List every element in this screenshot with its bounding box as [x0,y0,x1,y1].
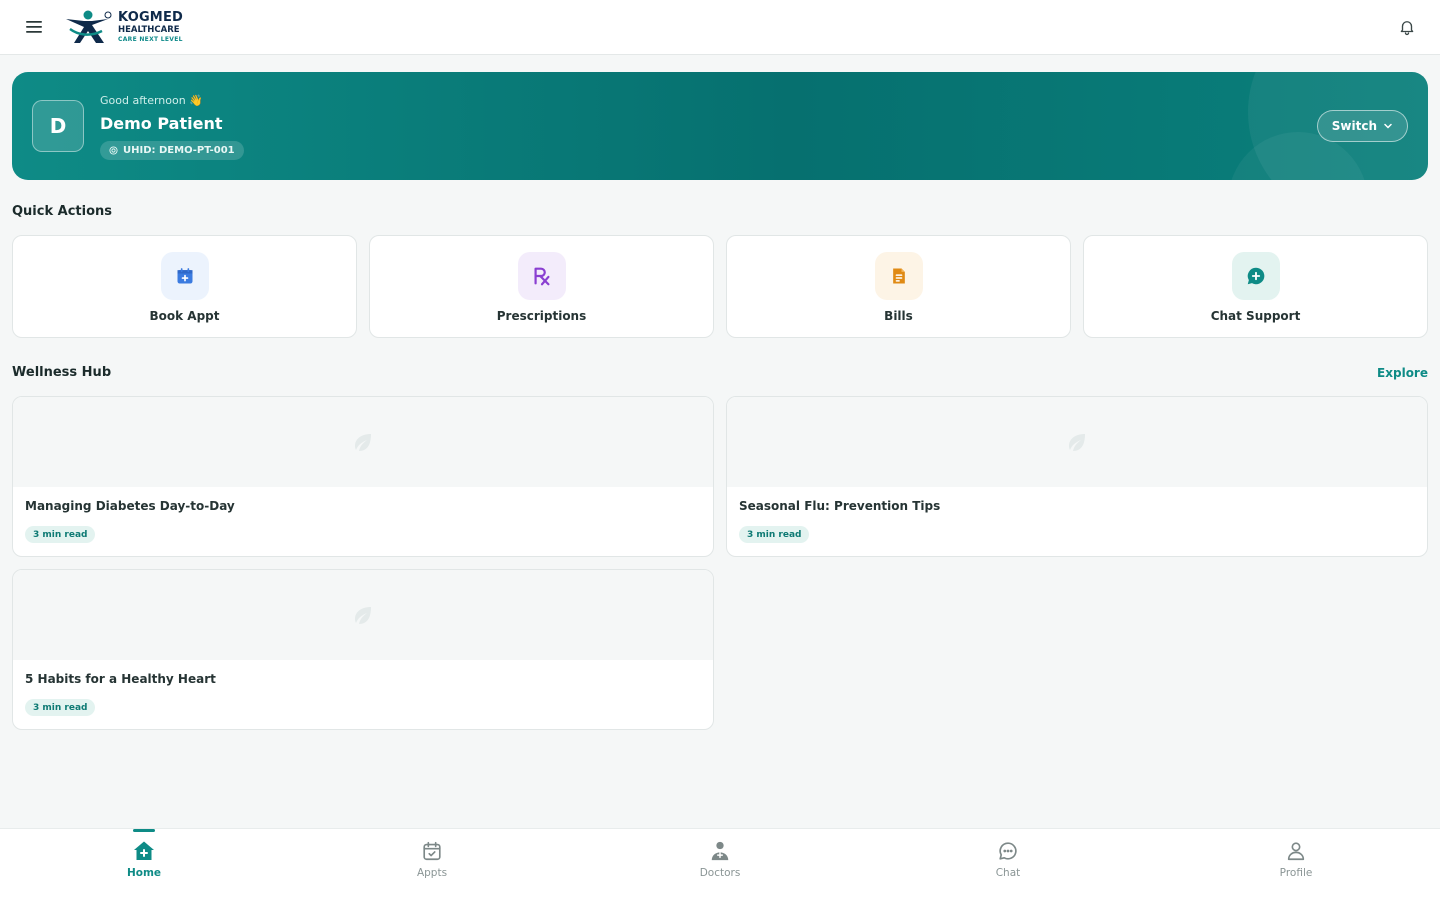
wellness-article-card[interactable]: Managing Diabetes Day-to-Day 3 min read [12,396,714,557]
quick-action-label: Chat Support [1210,309,1301,323]
chat-bubble-icon [996,839,1020,863]
kogmed-logo[interactable]: KOGMED HEALTHCARE CARE NEXT LEVEL [64,9,183,45]
nav-profile[interactable]: Profile [1236,829,1356,900]
nav-label: Doctors [699,867,741,879]
uhid-text: UHID: DEMO-PT-001 [123,145,235,156]
quick-actions-title: Quick Actions [12,204,113,219]
doctor-icon [708,839,732,863]
nav-appts[interactable]: Appts [372,829,492,900]
home-plus-icon [132,839,156,863]
quick-action-prescriptions[interactable]: Prescriptions [369,235,714,338]
receipt-icon [875,252,923,300]
quick-action-bills[interactable]: Bills [726,235,1071,338]
quick-action-chat-support[interactable]: Chat Support [1083,235,1428,338]
logo-mark-icon [66,10,112,43]
nav-chat[interactable]: Chat [948,829,1068,900]
article-title: Managing Diabetes Day-to-Day [25,499,235,513]
quick-action-label: Bills [884,309,913,323]
chat-plus-icon [1232,252,1280,300]
logo-name: KOGMED [118,10,184,26]
article-title: 5 Habits for a Healthy Heart [25,672,216,686]
read-time-badge: 3 min read [25,699,96,716]
greeting-text: Good afternoon 👋 [100,94,203,107]
user-icon [1284,839,1308,863]
article-thumbnail [13,397,713,487]
top-bar: KOGMED HEALTHCARE CARE NEXT LEVEL [0,0,1440,55]
wellness-article-card[interactable]: Seasonal Flu: Prevention Tips 3 min read [726,396,1428,557]
quick-action-label: Prescriptions [496,309,587,323]
read-time-badge: 3 min read [25,526,96,543]
bottom-navigation: Home Appts Doctors Chat Profile [0,828,1440,900]
chevron-down-icon [1384,123,1392,129]
hamburger-icon[interactable] [24,17,44,37]
nav-home[interactable]: Home [84,829,204,900]
quick-action-book-appt[interactable]: Book Appt [12,235,357,338]
calendar-plus-icon [161,252,209,300]
quick-action-label: Book Appt [149,309,220,323]
article-title: Seasonal Flu: Prevention Tips [739,499,941,513]
switch-label: Switch [1331,119,1377,133]
leaf-icon [1069,434,1085,451]
nav-label: Home [126,867,162,879]
patient-name: Demo Patient [100,114,223,133]
active-indicator [133,829,155,832]
uhid-badge: UHID: DEMO-PT-001 [100,141,244,160]
logo-sub: HEALTHCARE [118,25,180,36]
switch-patient-button[interactable]: Switch [1316,110,1408,142]
rx-icon [518,252,566,300]
fingerprint-icon [109,146,118,155]
calendar-check-icon [420,839,444,863]
nav-doctors[interactable]: Doctors [660,829,780,900]
avatar[interactable]: D [32,100,84,152]
leaf-icon [355,607,371,624]
nav-label: Profile [1279,867,1313,879]
leaf-icon [355,434,371,451]
explore-link[interactable]: Explore [1377,366,1428,380]
bell-icon[interactable] [1398,18,1416,36]
patient-hero-card: D Good afternoon 👋 Demo Patient UHID: DE… [12,72,1428,180]
nav-label: Appts [416,867,448,879]
wellness-hub-title: Wellness Hub [12,365,112,380]
read-time-badge: 3 min read [739,526,810,543]
nav-label: Chat [995,867,1021,879]
article-thumbnail [13,570,713,660]
article-thumbnail [727,397,1427,487]
logo-tagline: CARE NEXT LEVEL [118,35,183,43]
wellness-article-card[interactable]: 5 Habits for a Healthy Heart 3 min read [12,569,714,730]
